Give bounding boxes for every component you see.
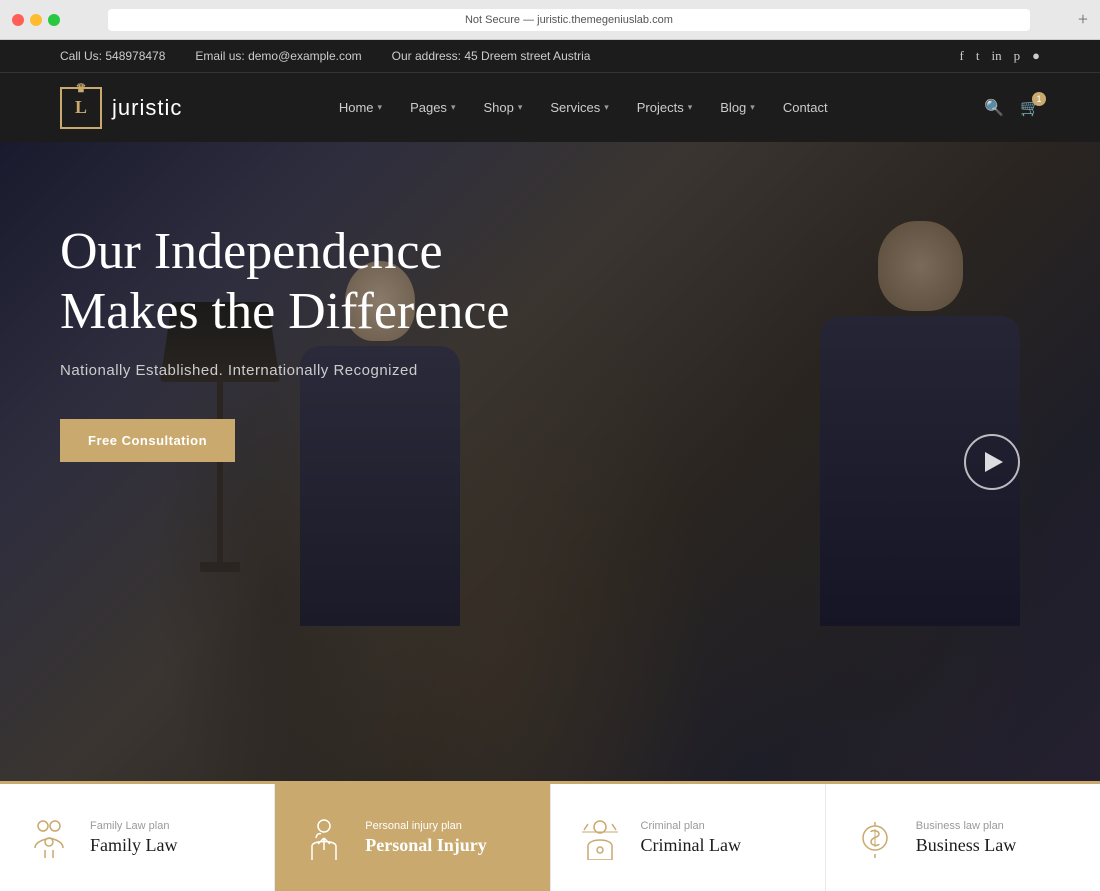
play-icon bbox=[985, 452, 1003, 472]
address-info: Our address: 45 Dreem street Austria bbox=[392, 49, 591, 63]
family-law-icon bbox=[27, 816, 71, 860]
nav-links: Home ▾ Pages ▾ Shop ▾ Services ▾ Project… bbox=[339, 100, 828, 115]
nav-item-home[interactable]: Home ▾ bbox=[339, 100, 382, 115]
logo[interactable]: ♛ L juristic bbox=[60, 87, 182, 129]
family-law-icon-wrap bbox=[24, 813, 74, 863]
close-button[interactable] bbox=[12, 14, 24, 26]
main-nav: ♛ L juristic Home ▾ Pages ▾ Shop ▾ Servi… bbox=[0, 72, 1100, 142]
nav-item-services[interactable]: Services ▾ bbox=[550, 100, 608, 115]
chevron-down-icon: ▾ bbox=[750, 102, 755, 113]
nav-item-contact[interactable]: Contact bbox=[783, 100, 828, 115]
personal-injury-text: Personal injury plan Personal Injury bbox=[365, 820, 487, 856]
family-law-plan-label: Family Law plan bbox=[90, 820, 178, 832]
nav-services-label: Services bbox=[550, 100, 600, 115]
service-card-criminal-law[interactable]: Criminal plan Criminal Law bbox=[551, 784, 826, 891]
browser-chrome: Not Secure — juristic.themegeniuslab.com… bbox=[0, 0, 1100, 40]
play-button[interactable] bbox=[964, 434, 1020, 490]
facebook-icon[interactable]: f bbox=[960, 48, 964, 64]
family-law-title: Family Law bbox=[90, 835, 178, 856]
logo-text: juristic bbox=[112, 95, 182, 121]
criminal-law-title: Criminal Law bbox=[641, 835, 741, 856]
personal-injury-title: Personal Injury bbox=[365, 835, 487, 856]
nav-item-blog[interactable]: Blog ▾ bbox=[720, 100, 755, 115]
personal-injury-icon bbox=[302, 816, 346, 860]
hero-section: Our IndependenceMakes the Difference Nat… bbox=[0, 142, 1100, 781]
cta-button[interactable]: Free Consultation bbox=[60, 419, 235, 462]
chevron-down-icon: ▾ bbox=[604, 102, 609, 113]
pinterest-icon[interactable]: p bbox=[1014, 48, 1021, 64]
chevron-down-icon: ▾ bbox=[378, 102, 383, 113]
chevron-down-icon: ▾ bbox=[688, 102, 693, 113]
top-bar: Call Us: 548978478 Email us: demo@exampl… bbox=[0, 40, 1100, 72]
service-card-business-law[interactable]: Business law plan Business Law bbox=[826, 784, 1100, 891]
logo-letter: L bbox=[75, 97, 87, 118]
url-text: Not Secure — juristic.themegeniuslab.com bbox=[465, 14, 673, 26]
lamp-base bbox=[200, 562, 240, 572]
nav-item-pages[interactable]: Pages ▾ bbox=[410, 100, 455, 115]
top-bar-left: Call Us: 548978478 Email us: demo@exampl… bbox=[60, 49, 590, 63]
chevron-down-icon: ▾ bbox=[451, 102, 456, 113]
business-law-icon-wrap bbox=[850, 813, 900, 863]
nav-projects-label: Projects bbox=[637, 100, 684, 115]
phone-info: Call Us: 548978478 bbox=[60, 49, 165, 63]
service-card-personal-injury[interactable]: Personal injury plan Personal Injury bbox=[275, 784, 550, 891]
nav-contact-label: Contact bbox=[783, 100, 828, 115]
nav-pages-label: Pages bbox=[410, 100, 447, 115]
service-cards: Family Law plan Family Law Personal inju… bbox=[0, 781, 1100, 891]
person-right-head bbox=[878, 221, 963, 311]
business-law-icon bbox=[853, 816, 897, 860]
traffic-lights bbox=[12, 14, 60, 26]
hero-content: Our IndependenceMakes the Difference Nat… bbox=[0, 142, 620, 542]
person-right bbox=[800, 221, 1040, 641]
nav-shop-label: Shop bbox=[483, 100, 513, 115]
email-info: Email us: demo@example.com bbox=[195, 49, 361, 63]
chevron-down-icon: ▾ bbox=[518, 102, 523, 113]
nav-blog-label: Blog bbox=[720, 100, 746, 115]
nav-home-label: Home bbox=[339, 100, 374, 115]
maximize-button[interactable] bbox=[48, 14, 60, 26]
business-law-plan-label: Business law plan bbox=[916, 820, 1017, 832]
business-law-text: Business law plan Business Law bbox=[916, 820, 1017, 856]
personal-injury-icon-wrap bbox=[299, 813, 349, 863]
criminal-law-icon bbox=[578, 816, 622, 860]
service-card-family-law[interactable]: Family Law plan Family Law bbox=[0, 784, 275, 891]
hero-subtitle: Nationally Established. Internationally … bbox=[60, 362, 560, 379]
personal-injury-plan-label: Personal injury plan bbox=[365, 820, 487, 832]
family-law-text: Family Law plan Family Law bbox=[90, 820, 178, 856]
address-bar[interactable]: Not Secure — juristic.themegeniuslab.com bbox=[108, 9, 1030, 31]
minimize-button[interactable] bbox=[30, 14, 42, 26]
linkedin-icon[interactable]: in bbox=[992, 48, 1002, 64]
criminal-plan-label: Criminal plan bbox=[641, 820, 741, 832]
new-tab-button[interactable]: + bbox=[1078, 9, 1088, 30]
cart-badge: 1 bbox=[1032, 92, 1046, 106]
cart-icon[interactable]: 🛒 1 bbox=[1020, 98, 1040, 118]
twitter-icon[interactable]: t bbox=[976, 48, 980, 64]
nav-item-shop[interactable]: Shop ▾ bbox=[483, 100, 522, 115]
nav-item-projects[interactable]: Projects ▾ bbox=[637, 100, 693, 115]
search-icon[interactable]: 🔍 bbox=[984, 98, 1004, 118]
hero-title: Our IndependenceMakes the Difference bbox=[60, 222, 560, 342]
criminal-law-icon-wrap bbox=[575, 813, 625, 863]
logo-icon: ♛ L bbox=[60, 87, 102, 129]
social-icon-5[interactable]: ● bbox=[1032, 48, 1040, 64]
nav-actions: 🔍 🛒 1 bbox=[984, 98, 1040, 118]
business-law-title: Business Law bbox=[916, 835, 1017, 856]
criminal-law-text: Criminal plan Criminal Law bbox=[641, 820, 741, 856]
social-links: f t in p ● bbox=[960, 48, 1040, 64]
site-wrapper: Call Us: 548978478 Email us: demo@exampl… bbox=[0, 40, 1100, 891]
crown-icon: ♛ bbox=[76, 81, 87, 96]
